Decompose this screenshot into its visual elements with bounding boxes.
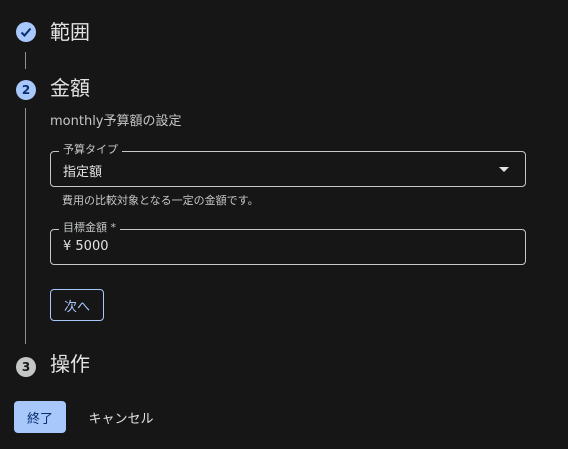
step-subtitle: monthly予算額の設定 (50, 114, 182, 129)
step-2-number: 2 (16, 80, 36, 100)
target-amount-value: ¥ 5000 (63, 239, 109, 254)
finish-button[interactable]: 終了 (14, 401, 66, 433)
budget-type-select[interactable]: 予算タイプ 指定額 (50, 143, 526, 187)
check-icon (20, 27, 32, 37)
target-amount-input[interactable]: 目標金額 * ¥ 5000 (50, 221, 526, 265)
budget-type-value: 指定額 (63, 165, 103, 180)
step-3-number: 3 (16, 357, 36, 377)
step-1-title[interactable]: 範囲 (50, 20, 90, 44)
budget-type-label: 予算タイプ (59, 143, 122, 157)
step-connector (25, 108, 26, 344)
step-connector (25, 52, 26, 69)
step-1-check (16, 22, 36, 42)
cancel-button[interactable]: キャンセル (78, 401, 164, 433)
budget-type-hint: 費用の比較対象となる一定の金額です。 (62, 194, 259, 207)
dropdown-arrow-icon (499, 167, 509, 172)
target-amount-label: 目標金額 * (59, 221, 120, 235)
next-button[interactable]: 次へ (50, 289, 104, 321)
step-3-title[interactable]: 操作 (50, 352, 90, 376)
step-2-title[interactable]: 金額 (50, 76, 90, 100)
